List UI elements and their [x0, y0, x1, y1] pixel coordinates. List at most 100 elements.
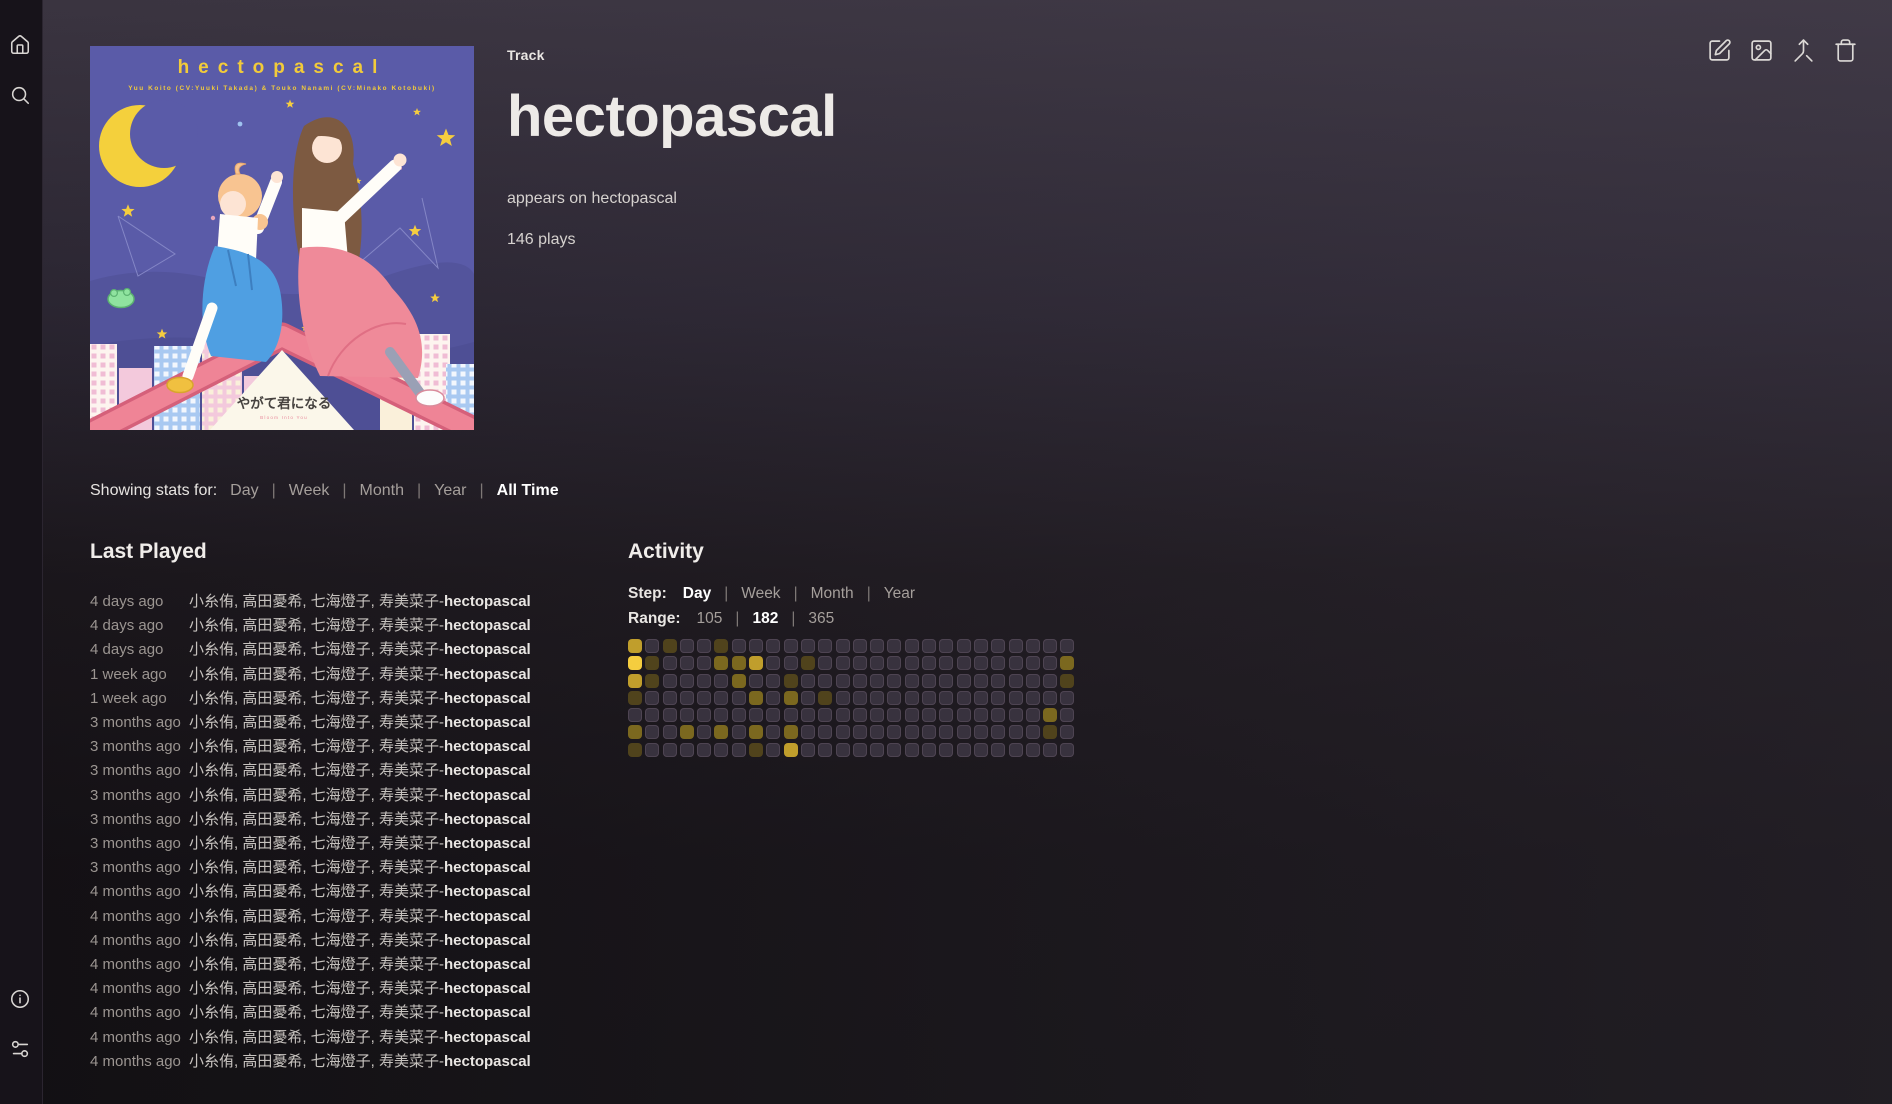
activity-cell[interactable] [922, 743, 936, 757]
activity-cell[interactable] [714, 691, 728, 705]
activity-cell[interactable] [1026, 656, 1040, 670]
activity-cell[interactable] [663, 743, 677, 757]
activity-cell[interactable] [680, 743, 694, 757]
activity-cell[interactable] [732, 691, 746, 705]
step-option-year[interactable]: Year [884, 581, 915, 606]
activity-cell[interactable] [749, 639, 763, 653]
activity-cell[interactable] [784, 639, 798, 653]
activity-cell[interactable] [680, 656, 694, 670]
search-icon[interactable] [9, 84, 33, 108]
list-item[interactable]: 4 months ago小糸侑, 高田憂希, 七海燈子, 寿美菜子 - hect… [90, 880, 628, 904]
activity-cell[interactable] [853, 743, 867, 757]
activity-cell[interactable] [991, 674, 1005, 688]
activity-cell[interactable] [957, 691, 971, 705]
activity-cell[interactable] [887, 743, 901, 757]
settings-icon[interactable] [9, 1038, 33, 1062]
activity-cell[interactable] [1060, 639, 1074, 653]
activity-cell[interactable] [887, 674, 901, 688]
activity-cell[interactable] [939, 743, 953, 757]
activity-cell[interactable] [818, 708, 832, 722]
activity-cell[interactable] [922, 674, 936, 688]
activity-cell[interactable] [1009, 674, 1023, 688]
activity-cell[interactable] [1060, 656, 1074, 670]
activity-cell[interactable] [1009, 725, 1023, 739]
activity-cell[interactable] [939, 708, 953, 722]
activity-cell[interactable] [1060, 743, 1074, 757]
activity-cell[interactable] [732, 743, 746, 757]
activity-cell[interactable] [645, 674, 659, 688]
activity-cell[interactable] [818, 691, 832, 705]
activity-cell[interactable] [645, 743, 659, 757]
activity-cell[interactable] [957, 725, 971, 739]
activity-cell[interactable] [766, 691, 780, 705]
activity-cell[interactable] [905, 674, 919, 688]
activity-cell[interactable] [870, 743, 884, 757]
activity-cell[interactable] [749, 708, 763, 722]
list-item[interactable]: 4 days ago小糸侑, 高田憂希, 七海燈子, 寿美菜子 - hectop… [90, 590, 628, 614]
activity-cell[interactable] [1026, 725, 1040, 739]
activity-cell[interactable] [991, 708, 1005, 722]
activity-cell[interactable] [905, 725, 919, 739]
activity-cell[interactable] [853, 725, 867, 739]
activity-cell[interactable] [801, 691, 815, 705]
list-item[interactable]: 4 months ago小糸侑, 高田憂希, 七海燈子, 寿美菜子 - hect… [90, 1050, 628, 1074]
activity-cell[interactable] [784, 725, 798, 739]
activity-cell[interactable] [1026, 708, 1040, 722]
list-item[interactable]: 3 months ago小糸侑, 高田憂希, 七海燈子, 寿美菜子 - hect… [90, 808, 628, 832]
activity-cell[interactable] [680, 691, 694, 705]
range-option-365[interactable]: 365 [808, 606, 834, 631]
activity-cell[interactable] [645, 708, 659, 722]
activity-cell[interactable] [749, 691, 763, 705]
activity-cell[interactable] [853, 674, 867, 688]
activity-cell[interactable] [1060, 674, 1074, 688]
activity-cell[interactable] [784, 691, 798, 705]
activity-cell[interactable] [801, 725, 815, 739]
activity-cell[interactable] [870, 639, 884, 653]
activity-cell[interactable] [628, 708, 642, 722]
activity-cell[interactable] [766, 639, 780, 653]
activity-cell[interactable] [922, 725, 936, 739]
activity-cell[interactable] [801, 656, 815, 670]
list-item[interactable]: 4 months ago小糸侑, 高田憂希, 七海燈子, 寿美菜子 - hect… [90, 905, 628, 929]
activity-cell[interactable] [766, 708, 780, 722]
activity-cell[interactable] [939, 725, 953, 739]
activity-cell[interactable] [1009, 743, 1023, 757]
activity-cell[interactable] [732, 708, 746, 722]
activity-cell[interactable] [1026, 743, 1040, 757]
list-item[interactable]: 3 months ago小糸侑, 高田憂希, 七海燈子, 寿美菜子 - hect… [90, 735, 628, 759]
list-item[interactable]: 3 months ago小糸侑, 高田憂希, 七海燈子, 寿美菜子 - hect… [90, 711, 628, 735]
activity-cell[interactable] [922, 708, 936, 722]
activity-cell[interactable] [887, 639, 901, 653]
activity-cell[interactable] [974, 691, 988, 705]
activity-cell[interactable] [870, 691, 884, 705]
activity-cell[interactable] [974, 674, 988, 688]
activity-cell[interactable] [766, 743, 780, 757]
activity-cell[interactable] [766, 656, 780, 670]
activity-cell[interactable] [784, 743, 798, 757]
activity-cell[interactable] [887, 725, 901, 739]
activity-cell[interactable] [1009, 656, 1023, 670]
activity-cell[interactable] [749, 725, 763, 739]
activity-cell[interactable] [1060, 725, 1074, 739]
activity-cell[interactable] [853, 639, 867, 653]
activity-cell[interactable] [784, 674, 798, 688]
activity-cell[interactable] [663, 674, 677, 688]
activity-cell[interactable] [974, 743, 988, 757]
activity-cell[interactable] [957, 708, 971, 722]
activity-cell[interactable] [714, 674, 728, 688]
activity-cell[interactable] [645, 691, 659, 705]
stats-option-year[interactable]: Year [434, 482, 466, 500]
activity-cell[interactable] [887, 656, 901, 670]
list-item[interactable]: 3 months ago小糸侑, 高田憂希, 七海燈子, 寿美菜子 - hect… [90, 784, 628, 808]
activity-cell[interactable] [1060, 708, 1074, 722]
activity-cell[interactable] [714, 656, 728, 670]
set-image-button[interactable] [1749, 38, 1774, 63]
list-item[interactable]: 4 months ago小糸侑, 高田憂希, 七海燈子, 寿美菜子 - hect… [90, 1001, 628, 1025]
list-item[interactable]: 4 days ago小糸侑, 高田憂希, 七海燈子, 寿美菜子 - hectop… [90, 614, 628, 638]
activity-cell[interactable] [714, 639, 728, 653]
activity-cell[interactable] [801, 743, 815, 757]
activity-cell[interactable] [853, 708, 867, 722]
activity-cell[interactable] [836, 708, 850, 722]
album-art[interactable]: hectopascal Yuu Koito (CV:Yuuki Takada) … [90, 46, 474, 430]
activity-cell[interactable] [853, 656, 867, 670]
